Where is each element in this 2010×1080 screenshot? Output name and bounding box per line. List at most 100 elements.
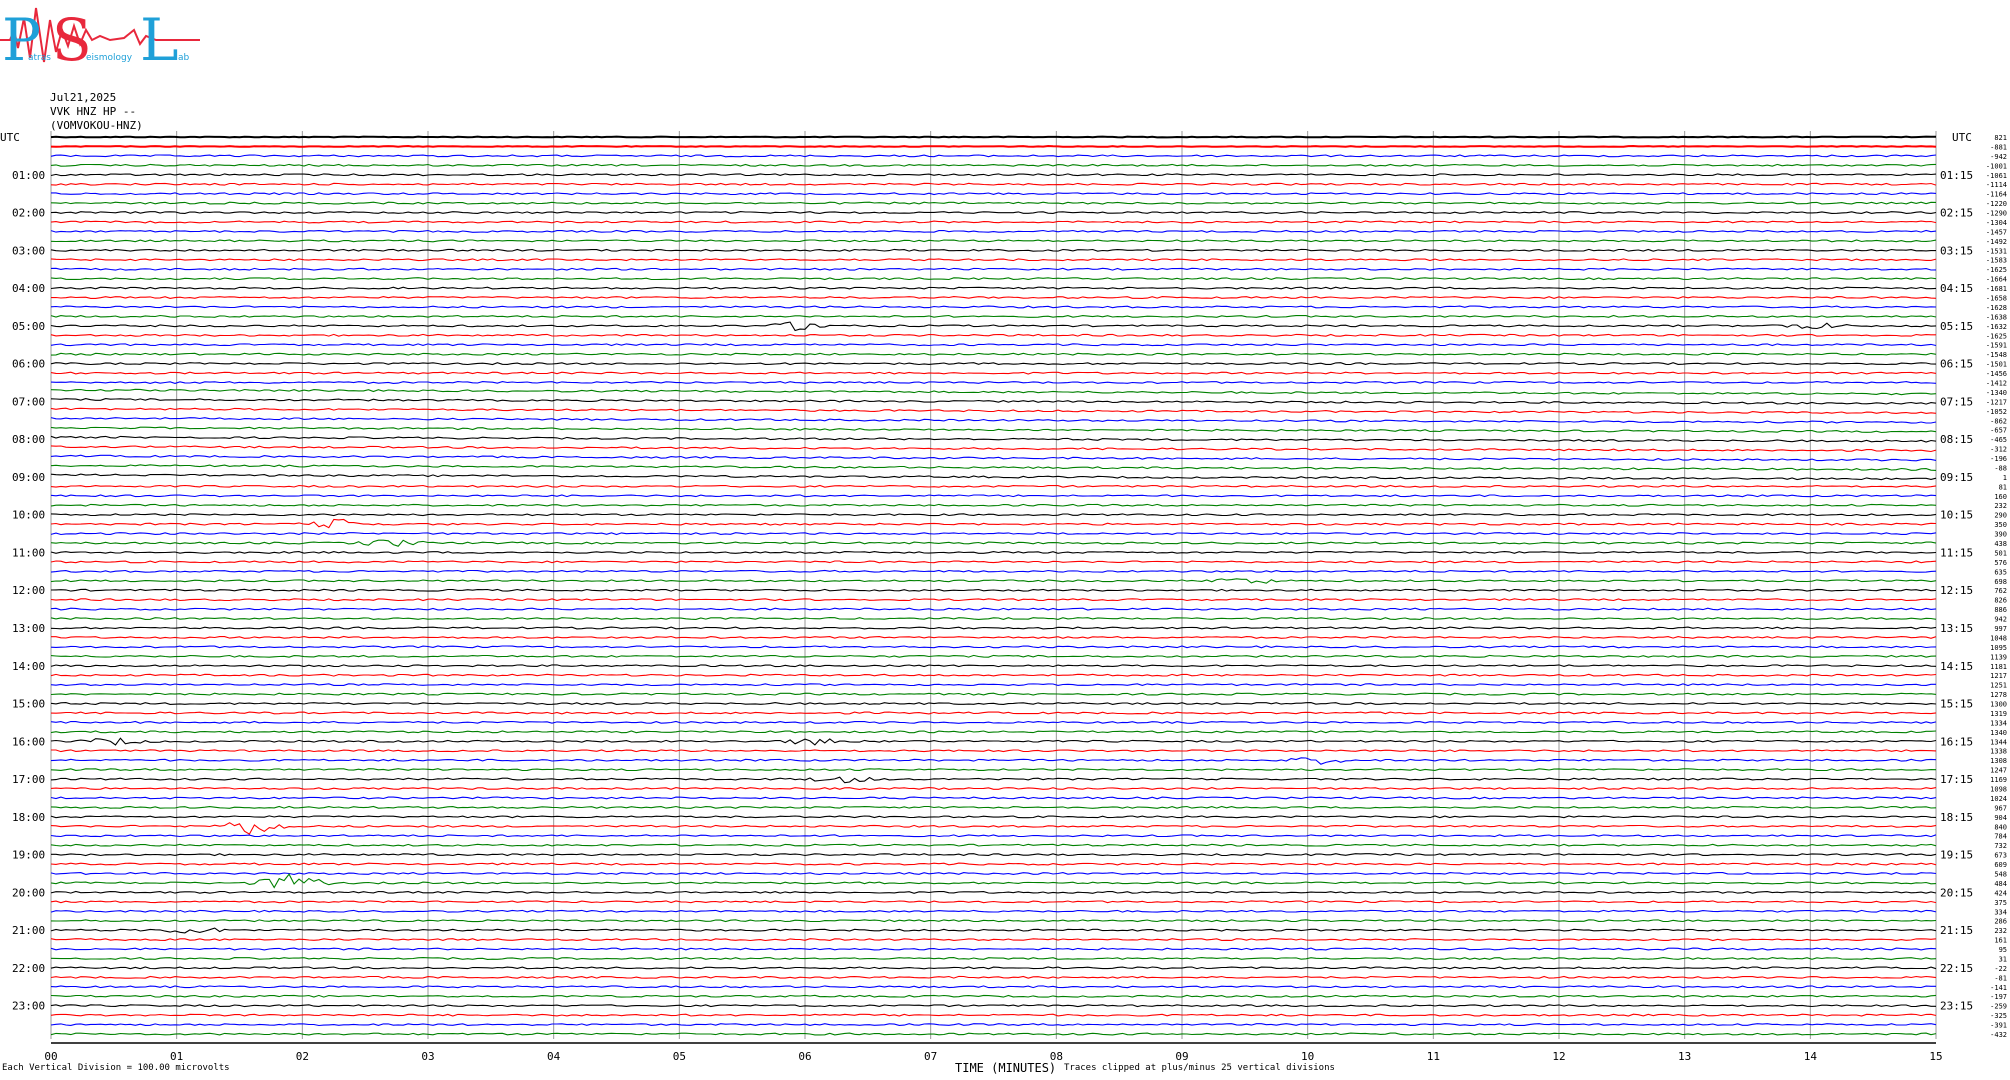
trace-line <box>50 445 1937 453</box>
trace-line <box>50 787 1937 790</box>
trace-offset-label: -657 <box>1990 427 2007 435</box>
trace-offset-label: -1052 <box>1986 408 2007 416</box>
trace-offset-label: 821 <box>1994 134 2007 142</box>
trace-offset-label: -1412 <box>1986 379 2007 387</box>
trace-line <box>50 407 1937 414</box>
trace-line <box>50 1023 1937 1027</box>
trace-line <box>51 853 1937 857</box>
trace-offset-label: 635 <box>1994 568 2007 576</box>
trace-offset-label: 548 <box>1994 870 2007 878</box>
trace-line <box>50 398 1937 405</box>
trace-line <box>50 473 1937 481</box>
trace-line <box>50 435 1937 443</box>
trace-line <box>50 822 1937 835</box>
trace-offset-label: 334 <box>1994 908 2007 916</box>
left-hour-label: 21:00 <box>12 924 45 937</box>
right-hour-label: 17:15 <box>1940 773 1973 786</box>
trace-offset-label: 286 <box>1994 918 2007 926</box>
trace-offset-label: 1139 <box>1990 653 2007 661</box>
left-hour-label: 02:00 <box>12 207 45 220</box>
left-hour-label: 20:00 <box>12 886 45 899</box>
trace-line <box>50 757 1937 765</box>
trace-offset-label: -1492 <box>1986 238 2007 246</box>
trace-offset-label: 390 <box>1994 531 2007 539</box>
trace-offset-label: 1181 <box>1990 663 2007 671</box>
trace-offset-label: -1290 <box>1986 210 2007 218</box>
trace-line <box>50 975 1937 979</box>
trace-offset-label: -1456 <box>1986 370 2007 378</box>
trace-offset-label: 1300 <box>1990 701 2007 709</box>
x-tick-label: 15 <box>1929 1050 1942 1063</box>
trace-offset-label: 1278 <box>1990 691 2007 699</box>
trace-line <box>50 173 1937 177</box>
trace-offset-label: 1098 <box>1990 786 2007 794</box>
trace-offset-label: -1061 <box>1986 172 2007 180</box>
trace-offset-label: -1628 <box>1986 304 2007 312</box>
x-tick-label: 13 <box>1678 1050 1691 1063</box>
right-hour-label: 22:15 <box>1940 962 1973 975</box>
left-hour-label: 07:00 <box>12 395 45 408</box>
left-hour-label: 09:00 <box>12 471 45 484</box>
x-tick-label: 07 <box>924 1050 937 1063</box>
trace-line <box>50 314 1937 318</box>
trace-line <box>50 1013 1937 1017</box>
trace-offset-label: 1338 <box>1990 748 2007 756</box>
trace-line <box>50 494 1937 498</box>
trace-line <box>50 702 1937 705</box>
trace-offset-label: -22 <box>1994 965 2007 973</box>
trace-line <box>50 843 1937 847</box>
trace-line <box>50 539 1937 547</box>
trace-offset-label: -1164 <box>1986 191 2007 199</box>
right-hour-label: 18:15 <box>1940 811 1973 824</box>
x-tick-label: 04 <box>547 1050 561 1063</box>
trace-line <box>50 966 1937 970</box>
right-hour-label: 23:15 <box>1940 1000 1973 1013</box>
trace-line <box>50 211 1937 214</box>
trace-line <box>50 239 1937 243</box>
trace-line <box>50 900 1937 904</box>
trace-offset-label: 350 <box>1994 521 2007 529</box>
trace-offset-label: 609 <box>1994 861 2007 869</box>
trace-offset-label: 161 <box>1994 937 2007 945</box>
left-hour-label: 23:00 <box>12 1000 45 1013</box>
trace-line <box>50 683 1936 687</box>
trace-offset-label: 438 <box>1994 540 2007 548</box>
trace-line <box>50 388 1937 396</box>
left-hour-label: 14:00 <box>12 660 45 673</box>
right-utc-label: UTC <box>1952 131 1972 144</box>
left-hour-label: 16:00 <box>12 735 45 748</box>
trace-offset-label: -1304 <box>1986 219 2007 227</box>
trace-offset-label: -1681 <box>1986 285 2007 293</box>
trace-line <box>50 815 1937 819</box>
left-hour-label: 15:00 <box>12 698 45 711</box>
right-hour-label: 14:15 <box>1940 660 1973 673</box>
trace-line <box>50 654 1937 658</box>
trace-line <box>50 229 1937 233</box>
trace-offset-label: -1114 <box>1986 181 2007 189</box>
trace-offset-label: 576 <box>1994 559 2007 567</box>
trace-offset-label: 232 <box>1994 502 2007 510</box>
trace-offset-label: 1308 <box>1990 757 2007 765</box>
trace-offset-label: -259 <box>1990 1003 2007 1011</box>
right-hour-label: 06:15 <box>1940 358 1973 371</box>
right-hour-label: 11:15 <box>1940 546 1973 559</box>
x-tick-label: 05 <box>673 1050 686 1063</box>
trace-line <box>50 626 1937 630</box>
x-tick-label: 12 <box>1552 1050 1565 1063</box>
right-hour-label: 08:15 <box>1940 433 1973 446</box>
trace-offset-label: -1531 <box>1986 247 2007 255</box>
trace-line <box>50 163 1937 167</box>
left-hour-label: 13:00 <box>12 622 45 635</box>
right-hour-label: 02:15 <box>1940 207 1973 220</box>
trace-line <box>50 768 1937 772</box>
trace-offset-label: 1 <box>2003 474 2007 482</box>
trace-offset-label: 1095 <box>1990 644 2007 652</box>
trace-line <box>50 711 1937 715</box>
trace-offset-label: 1334 <box>1990 719 2007 727</box>
trace-line <box>50 286 1937 290</box>
trace-line <box>50 518 1937 529</box>
right-hour-label: 19:15 <box>1940 849 1973 862</box>
helicorder-chart: 00 01 02 03 04 05 06 07 08 09 10 11 12 13 14 15821-881-… <box>0 131 2007 1063</box>
trace-line <box>50 296 1937 299</box>
trace-line <box>50 947 1937 951</box>
